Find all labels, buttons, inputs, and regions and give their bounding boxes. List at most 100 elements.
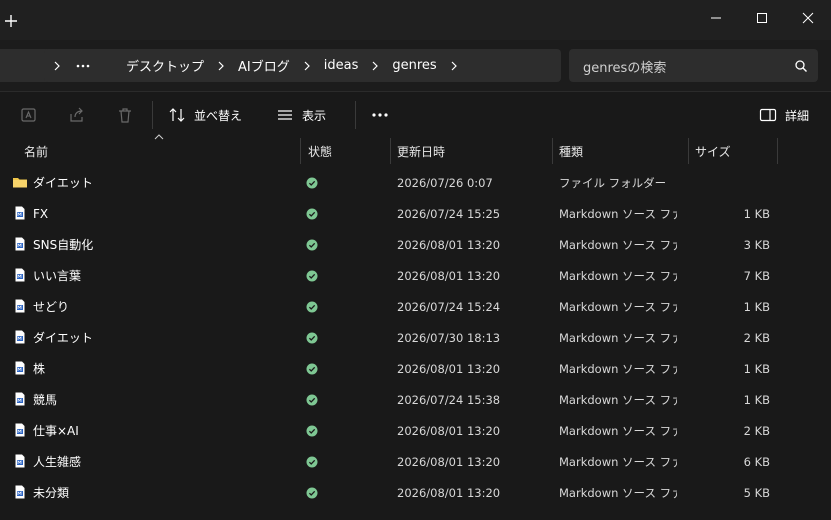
file-name[interactable]: 未分類 — [33, 477, 293, 508]
column-type[interactable]: 種類 — [553, 138, 687, 164]
breadcrumb-ideas[interactable]: ideas — [320, 58, 363, 73]
file-row[interactable]: せどり 2026/07/24 15:24 Markdown ソース ファ... 1 K… — [0, 291, 831, 322]
check-circle-icon — [306, 301, 318, 312]
rename-button[interactable] — [20, 93, 38, 137]
address-row: デスクトップ AIブログ ideas genres genresの検索 — [0, 40, 831, 92]
file-type: Markdown ソース ファ... — [559, 361, 677, 376]
file-type: Markdown ソース ファ... — [559, 299, 677, 314]
file-size: 2 KB — [743, 423, 770, 438]
file-name[interactable]: ダイエット — [33, 322, 293, 353]
view-button[interactable]: 表示 — [276, 93, 326, 137]
status-synced-icon — [306, 384, 326, 415]
file-type: ファイル フォルダー — [559, 175, 667, 190]
file-row[interactable]: ダイエット 2026/07/30 18:13 Markdown ソース ファ... 2… — [0, 322, 831, 353]
search-input[interactable]: genresの検索 — [583, 57, 666, 76]
status-synced-icon — [306, 322, 326, 353]
file-row[interactable]: ダイエット 2026/07/26 0:07 ファイル フォルダー — [0, 167, 831, 198]
delete-button[interactable] — [116, 93, 134, 137]
chevron-right-icon[interactable] — [294, 61, 320, 71]
share-icon — [70, 107, 83, 122]
details-label: 詳細 — [785, 108, 810, 123]
toolbar-divider — [355, 101, 356, 129]
file-row[interactable]: いい言葉 2026/08/01 13:20 Markdown ソース ファ... 7 … — [0, 260, 831, 291]
share-button[interactable] — [68, 93, 86, 137]
file-date: 2026/07/24 15:25 — [397, 206, 501, 221]
breadcrumb[interactable]: デスクトップ AIブログ ideas genres — [44, 49, 561, 82]
file-size: 1 KB — [743, 206, 770, 221]
chevron-right-icon[interactable] — [44, 61, 70, 71]
check-circle-icon — [306, 208, 318, 219]
file-date: 2026/08/01 13:20 — [397, 268, 501, 283]
markdown-file-icon — [15, 392, 25, 406]
chevron-right-icon[interactable] — [208, 61, 234, 71]
close-icon — [802, 12, 814, 24]
file-date: 2026/07/24 15:38 — [397, 392, 501, 407]
more-button[interactable] — [371, 93, 389, 137]
file-name[interactable]: ダイエット — [33, 167, 293, 198]
file-row[interactable]: SNS自動化 2026/08/01 13:20 Markdown ソース ファ...… — [0, 229, 831, 260]
status-synced-icon — [306, 198, 326, 229]
file-name[interactable]: せどり — [33, 291, 293, 322]
chevron-right-icon[interactable] — [362, 61, 388, 71]
plus-icon[interactable] — [4, 14, 18, 28]
breadcrumb-desktop[interactable]: デスクトップ — [122, 56, 208, 75]
column-size[interactable]: サイズ — [689, 138, 777, 164]
markdown-file-icon — [15, 237, 25, 251]
column-date[interactable]: 更新日時 — [391, 138, 551, 164]
file-name[interactable]: FX — [33, 198, 293, 229]
file-name[interactable]: SNS自動化 — [33, 229, 293, 260]
status-synced-icon — [306, 446, 326, 477]
file-size: 6 KB — [743, 454, 770, 469]
file-type: Markdown ソース ファ... — [559, 330, 677, 345]
check-circle-icon — [306, 487, 318, 498]
status-synced-icon — [306, 415, 326, 446]
breadcrumb-ai-blog[interactable]: AIブログ — [234, 56, 294, 75]
markdown-file-icon — [15, 330, 25, 344]
check-circle-icon — [306, 270, 318, 281]
file-row[interactable]: 仕事×AI 2026/08/01 13:20 Markdown ソース ファ... 2… — [0, 415, 831, 446]
sort-icon — [169, 108, 185, 122]
file-name[interactable]: 人生雑感 — [33, 446, 293, 477]
ellipsis-icon[interactable] — [70, 64, 96, 68]
file-row[interactable]: FX 2026/07/24 15:25 Markdown ソース ファ... 1 KB — [0, 198, 831, 229]
maximize-button[interactable] — [739, 0, 785, 36]
file-row[interactable]: 競馬 2026/07/24 15:38 Markdown ソース ファ... 1 KB — [0, 384, 831, 415]
search-box[interactable]: genresの検索 — [569, 49, 818, 82]
check-circle-icon — [306, 363, 318, 374]
check-circle-icon — [306, 394, 318, 405]
markdown-file-icon — [15, 206, 25, 220]
breadcrumb-genres[interactable]: genres — [388, 58, 440, 73]
maximize-icon — [757, 13, 767, 23]
file-date: 2026/08/01 13:20 — [397, 423, 501, 438]
command-bar: 並べ替え 表示 詳細 — [0, 93, 831, 137]
markdown-file-icon — [15, 423, 25, 437]
file-type: Markdown ソース ファ... — [559, 454, 677, 469]
view-label: 表示 — [302, 108, 327, 123]
file-row[interactable]: 株 2026/08/01 13:20 Markdown ソース ファ... 1 KB — [0, 353, 831, 384]
status-synced-icon — [306, 353, 326, 384]
file-name[interactable]: 仕事×AI — [33, 415, 293, 446]
title-bar — [0, 0, 831, 40]
file-size: 1 KB — [743, 392, 770, 407]
file-name[interactable]: 株 — [33, 353, 293, 384]
file-name[interactable]: 競馬 — [33, 384, 293, 415]
column-status[interactable]: 状態 — [302, 138, 388, 164]
search-icon[interactable] — [794, 59, 808, 73]
trash-icon — [119, 108, 131, 123]
minimize-button[interactable] — [693, 0, 739, 36]
file-row[interactable]: 人生雑感 2026/08/01 13:20 Markdown ソース ファ... 6 … — [0, 446, 831, 477]
file-type: Markdown ソース ファ... — [559, 237, 677, 252]
file-type: Markdown ソース ファ... — [559, 268, 677, 283]
sort-button[interactable]: 並べ替え — [168, 93, 242, 137]
file-name[interactable]: いい言葉 — [33, 260, 293, 291]
details-pane-button[interactable]: 詳細 — [759, 93, 809, 137]
check-circle-icon — [306, 425, 318, 436]
file-date: 2026/07/30 18:13 — [397, 330, 501, 345]
chevron-right-icon[interactable] — [441, 61, 467, 71]
column-name[interactable]: 名前 — [18, 138, 298, 164]
check-circle-icon — [306, 456, 318, 467]
close-button[interactable] — [785, 0, 831, 36]
file-row[interactable]: 未分類 2026/08/01 13:20 Markdown ソース ファ... 5 K… — [0, 477, 831, 508]
status-synced-icon — [306, 291, 326, 322]
file-date: 2026/08/01 13:20 — [397, 485, 501, 500]
